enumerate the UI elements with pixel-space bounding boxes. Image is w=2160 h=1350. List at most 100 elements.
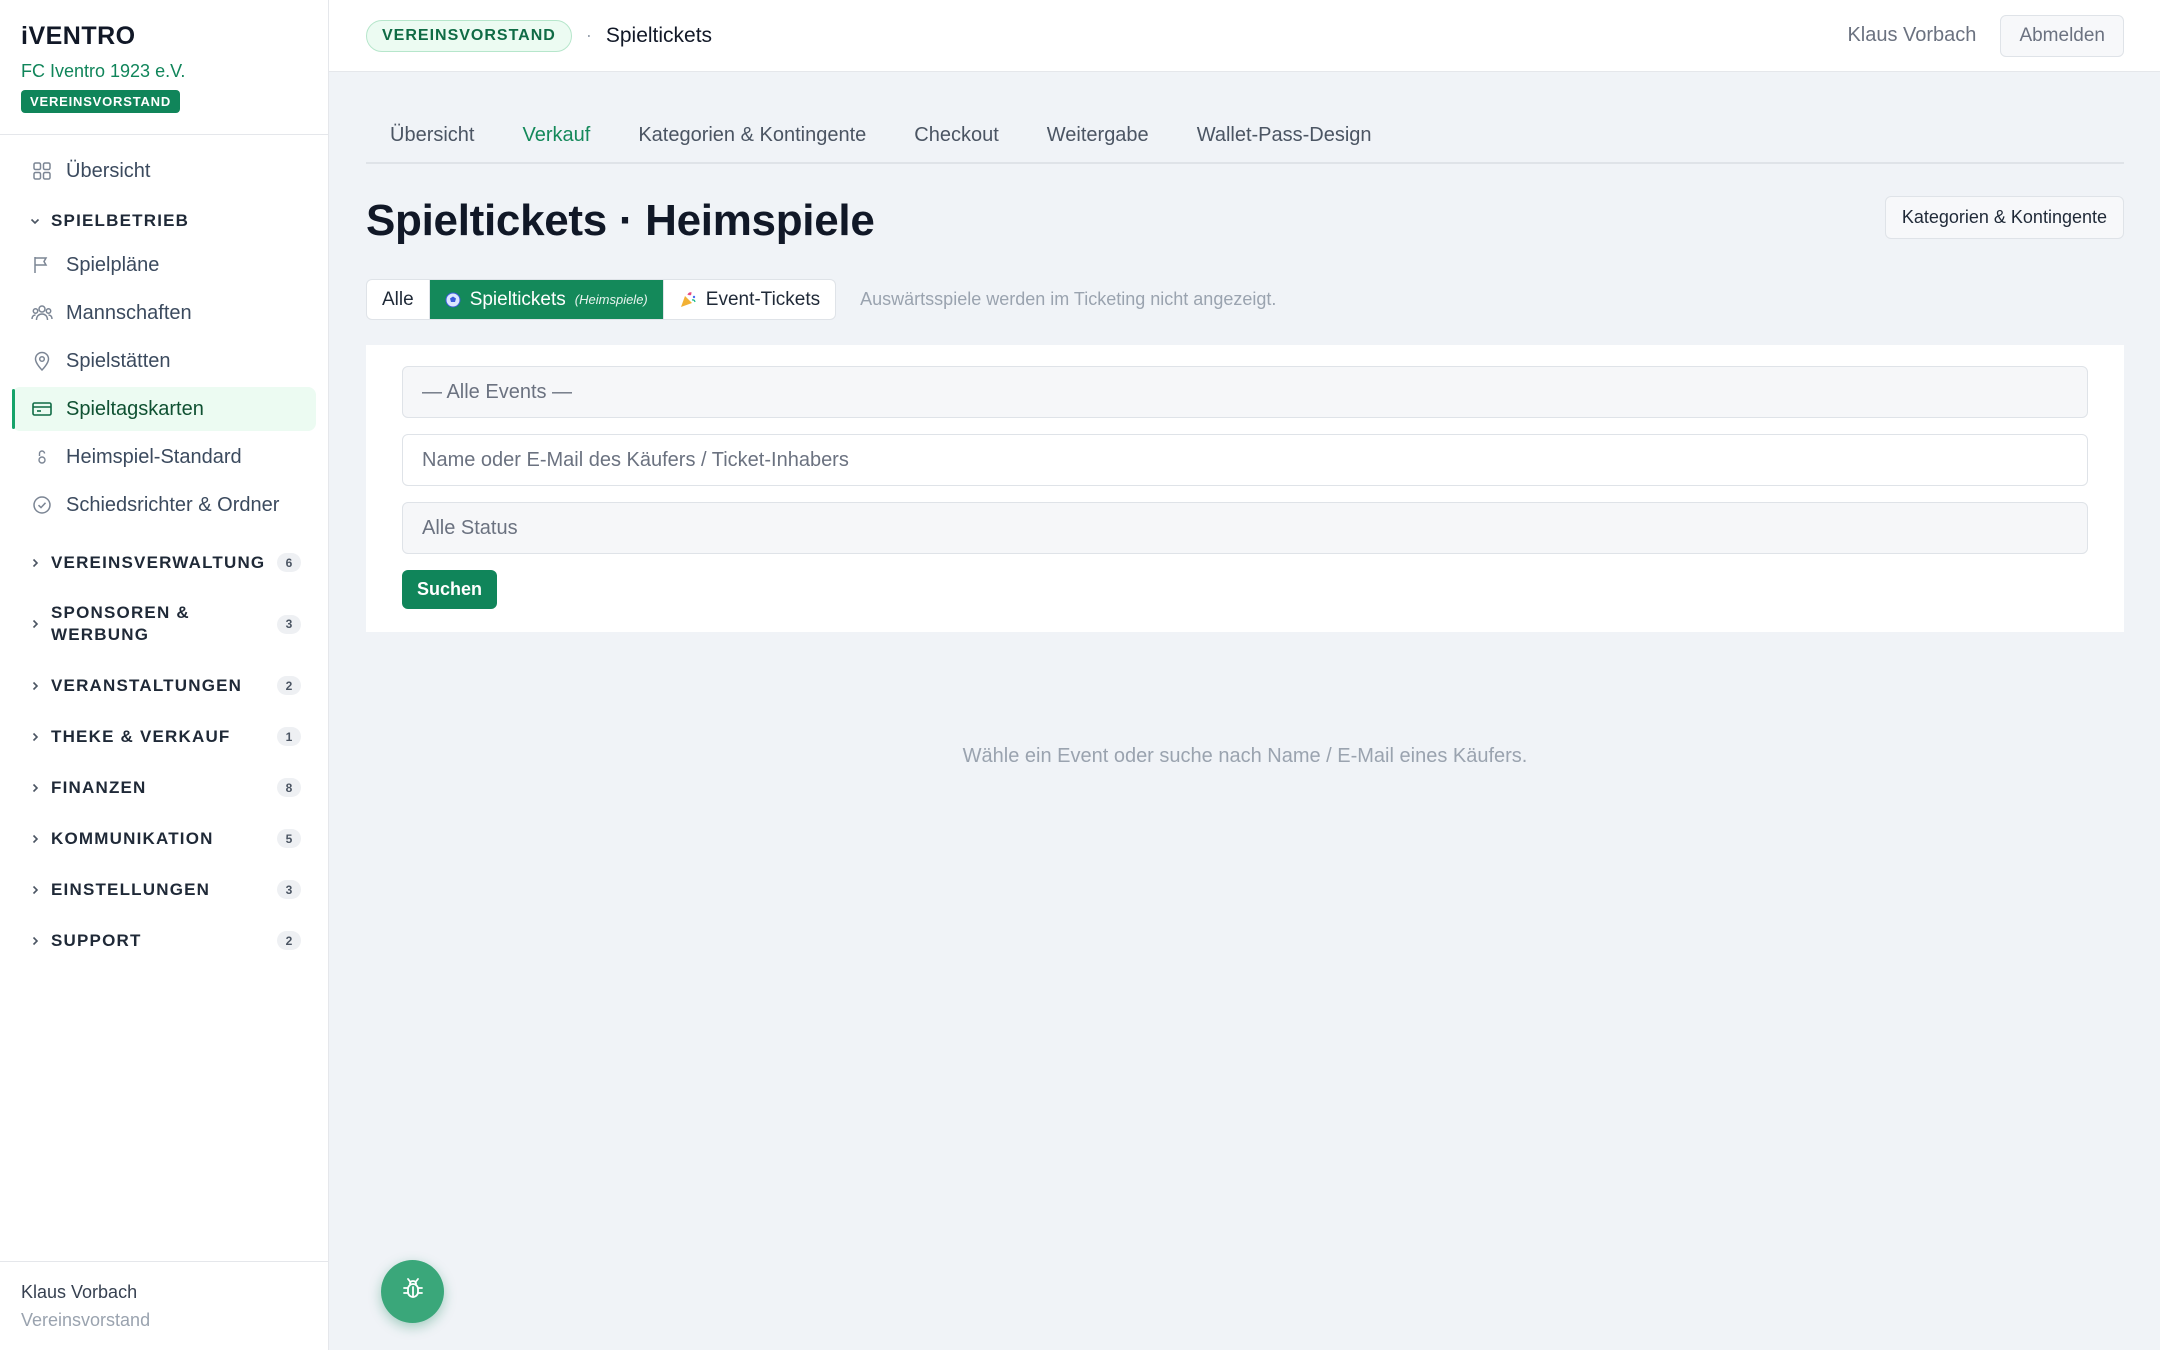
filter-label: Alle <box>382 288 414 310</box>
sidebar-item-mannschaften[interactable]: Mannschaften <box>12 291 316 335</box>
chevron-right-icon <box>28 832 42 846</box>
breadcrumb-role-badge: VEREINSVORSTAND <box>366 19 572 52</box>
group-label: THEKE & VERKAUF <box>51 726 231 746</box>
tab-checkout[interactable]: Checkout <box>890 106 1023 164</box>
sidebar: iVENTRO FC Iventro 1923 e.V. VEREINSVORS… <box>0 0 329 1350</box>
group-finanzen[interactable]: FINANZEN 8 <box>0 762 328 813</box>
status-select-value: Alle Status <box>422 516 518 539</box>
logout-button[interactable]: Abmelden <box>2000 14 2124 57</box>
tab-kategorien-kontingente[interactable]: Kategorien & Kontingente <box>614 106 890 164</box>
count-badge: 3 <box>277 614 301 634</box>
party-popper-icon <box>679 291 697 309</box>
empty-state-message: Wähle ein Event oder suche nach Name / E… <box>962 745 1528 767</box>
soccer-ball-icon <box>445 292 461 308</box>
sidebar-item-uebersicht[interactable]: Übersicht <box>12 149 316 193</box>
breadcrumb-separator: · <box>585 25 592 45</box>
sidebar-item-label: Spielpläne <box>66 253 160 276</box>
sidebar-item-spielplaene[interactable]: Spielpläne <box>12 243 316 287</box>
count-badge: 2 <box>277 931 301 950</box>
group-kommunikation[interactable]: KOMMUNIKATION 5 <box>0 813 328 864</box>
sidebar-item-spieltagskarten[interactable]: Spieltagskarten <box>12 387 316 431</box>
ticket-type-filter: Alle Spieltickets (Heimspiele) Event-Tic… <box>366 279 2124 320</box>
group-spielbetrieb-toggle[interactable]: SPIELBETRIEB <box>0 201 328 241</box>
group-label: VERANSTALTUNGEN <box>51 675 243 695</box>
top-user-name: Klaus Vorbach <box>1847 24 1977 46</box>
group-veranstaltungen[interactable]: VERANSTALTUNGEN 2 <box>0 660 328 711</box>
users-icon <box>31 302 53 324</box>
count-badge: 1 <box>277 727 301 746</box>
group-theke-verkauf[interactable]: THEKE & VERKAUF 1 <box>0 711 328 762</box>
main-content: Übersicht Verkauf Kategorien & Kontingen… <box>366 72 2124 768</box>
buyer-search-placeholder: Name oder E-Mail des Käufers / Ticket-In… <box>422 448 849 471</box>
group-sponsoren[interactable]: SPONSOREN & WERBUNG 3 <box>0 588 328 660</box>
group-label: SPIELBETRIEB <box>51 211 190 230</box>
check-circle-icon <box>31 494 53 516</box>
tab-bar: Übersicht Verkauf Kategorien & Kontingen… <box>366 106 2124 164</box>
search-card: — Alle Events — Name oder E-Mail des Käu… <box>366 345 2124 632</box>
group-support[interactable]: SUPPORT 2 <box>0 915 328 966</box>
count-badge: 8 <box>277 778 301 797</box>
user-role: Vereinsvorstand <box>21 1310 151 1330</box>
lock-icon <box>31 446 53 468</box>
tab-verkauf[interactable]: Verkauf <box>498 106 614 164</box>
filter-label: Spieltickets <box>469 288 566 310</box>
chevron-right-icon <box>28 730 42 744</box>
sidebar-item-label: Heimspiel-Standard <box>66 445 242 468</box>
sidebar-item-label: Übersicht <box>66 159 151 182</box>
filter-all-button[interactable]: Alle <box>367 280 430 319</box>
filter-spieltickets-button[interactable]: Spieltickets (Heimspiele) <box>429 280 664 319</box>
chevron-right-icon <box>28 556 42 570</box>
role-badge: VEREINSVORSTAND <box>21 90 181 113</box>
group-vereinsverwaltung[interactable]: VEREINSVERWALTUNG 6 <box>0 537 328 588</box>
breadcrumb-title: Spieltickets <box>605 23 713 47</box>
filter-event-tickets-button[interactable]: Event-Tickets <box>664 280 835 319</box>
sidebar-item-spielstaetten[interactable]: Spielstätten <box>12 339 316 383</box>
sidebar-item-label: Spielstätten <box>66 349 171 372</box>
bug-icon <box>400 1276 426 1307</box>
event-select-value: — Alle Events — <box>422 380 573 403</box>
chevron-right-icon <box>28 883 42 897</box>
sidebar-user: Klaus Vorbach Vereinsvorstand <box>0 1261 328 1350</box>
chevron-right-icon <box>28 679 42 693</box>
group-label: SPONSOREN & WERBUNG <box>51 603 190 644</box>
sidebar-item-heimspiel-standard[interactable]: Heimspiel-Standard <box>12 435 316 479</box>
count-badge: 6 <box>277 553 301 572</box>
status-select[interactable]: Alle Status <box>402 502 2088 554</box>
tab-wallet-pass-design[interactable]: Wallet-Pass-Design <box>1173 106 1396 164</box>
filter-sublabel: (Heimspiele) <box>574 292 648 307</box>
chevron-right-icon <box>28 781 42 795</box>
bug-report-button[interactable] <box>381 1260 444 1323</box>
kategorien-kontingente-button[interactable]: Kategorien & Kontingente <box>1884 196 2124 239</box>
sidebar-item-label: Spieltagskarten <box>66 397 204 420</box>
group-label: EINSTELLUNGEN <box>51 879 211 899</box>
event-select[interactable]: — Alle Events — <box>402 366 2088 418</box>
brand-block: iVENTRO FC Iventro 1923 e.V. VEREINSVORS… <box>0 0 328 135</box>
segmented-control: Alle Spieltickets (Heimspiele) Event-Tic… <box>366 279 837 320</box>
chevron-right-icon <box>28 617 42 631</box>
sidebar-item-label: Schiedsrichter & Ordner <box>66 493 280 516</box>
sidebar-item-label: Mannschaften <box>66 301 192 324</box>
page-title: Spieltickets · Heimspiele <box>366 196 875 245</box>
group-label: VEREINSVERWALTUNG <box>51 552 266 572</box>
title-row: Spieltickets · Heimspiele Kategorien & K… <box>366 196 2124 246</box>
chevron-down-icon <box>28 214 42 228</box>
sidebar-item-schiedsrichter[interactable]: Schiedsrichter & Ordner <box>12 483 316 527</box>
map-pin-icon <box>31 350 53 372</box>
count-badge: 3 <box>277 880 301 899</box>
grid-icon <box>31 160 53 182</box>
group-einstellungen[interactable]: EINSTELLUNGEN 3 <box>0 864 328 915</box>
group-label: FINANZEN <box>51 777 147 797</box>
buyer-search-input[interactable]: Name oder E-Mail des Käufers / Ticket-In… <box>402 434 2088 486</box>
club-name: FC Iventro 1923 e.V. <box>21 61 186 81</box>
sidebar-nav: Übersicht SPIELBETRIEB Spielpläne Mannsc… <box>0 135 328 966</box>
group-label: KOMMUNIKATION <box>51 828 214 848</box>
top-bar: VEREINSVORSTAND · Spieltickets Klaus Vor… <box>329 0 2160 72</box>
app-logo[interactable]: iVENTRO <box>21 22 307 51</box>
search-button[interactable]: Suchen <box>402 570 498 609</box>
ticket-icon <box>31 398 53 420</box>
tab-uebersicht[interactable]: Übersicht <box>366 106 498 164</box>
group-label: SUPPORT <box>51 930 142 950</box>
count-badge: 5 <box>277 829 301 848</box>
filter-hint: Auswärtsspiele werden im Ticketing nicht… <box>860 289 1277 309</box>
tab-weitergabe[interactable]: Weitergabe <box>1023 106 1173 164</box>
